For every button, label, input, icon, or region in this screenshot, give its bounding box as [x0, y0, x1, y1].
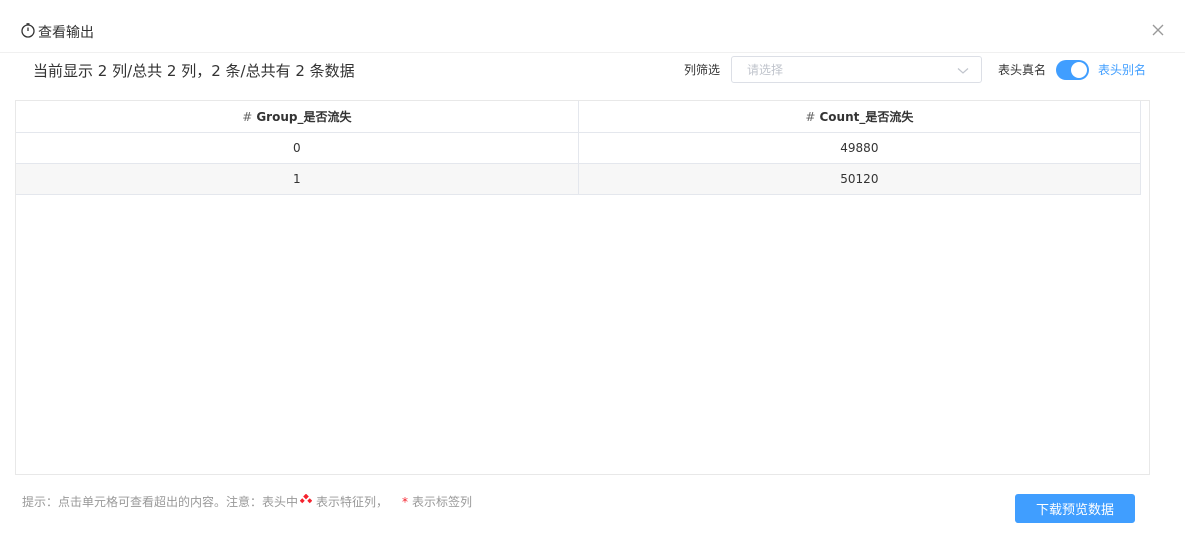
table-cell[interactable]: 0 — [16, 132, 579, 164]
table-cell[interactable]: 49880 — [578, 132, 1142, 164]
table-row: 1 50120 — [16, 163, 1142, 195]
column-filter-select[interactable]: 请选择 — [730, 56, 982, 83]
header-real-name-label[interactable]: 表头真名 — [998, 61, 1046, 78]
numeric-type-icon: # — [242, 109, 253, 124]
column-filter-placeholder: 请选择 — [746, 63, 783, 77]
table-row: 0 49880 — [16, 132, 1142, 164]
hint-prefix: 提示：点击单元格可查看超出的内容。注意：表头中 — [22, 495, 299, 509]
table-cell[interactable]: 1 — [16, 163, 579, 195]
column-header-group[interactable]: # Group_是否流失 — [16, 101, 579, 133]
table-cell[interactable]: 50120 — [578, 163, 1142, 195]
output-table-container: # Group_是否流失 # Count_是否流失 0 49880 1 50120 — [15, 100, 1150, 475]
toolbar: 列筛选 请选择 表头真名 表头别名 — [684, 56, 1146, 83]
label-column-star: * — [402, 495, 409, 509]
column-header-label: Group_是否流失 — [256, 109, 352, 124]
chevron-down-icon — [957, 60, 969, 79]
column-header-label: Count_是否流失 — [819, 109, 914, 124]
footer-hint: 提示：点击单元格可查看超出的内容。注意：表头中 表示特征列， * 表示标签列 — [22, 493, 473, 510]
header-name-toggle[interactable] — [1055, 59, 1089, 80]
output-table: # Group_是否流失 # Count_是否流失 0 49880 1 50120 — [16, 101, 1142, 195]
numeric-type-icon: # — [805, 109, 816, 124]
dialog-header: 查看输出 — [0, 0, 1185, 53]
header-alias-label[interactable]: 表头别名 — [1098, 61, 1146, 78]
timer-icon — [20, 22, 36, 44]
column-header-count[interactable]: # Count_是否流失 — [578, 101, 1142, 133]
download-preview-button[interactable]: 下载预览数据 — [1015, 494, 1135, 523]
view-output-dialog: 查看输出 当前显示 2 列/总共 2 列，2 条/总共有 2 条数据 列筛选 请… — [0, 0, 1195, 556]
dialog-title-text: 查看输出 — [38, 25, 94, 41]
data-summary: 当前显示 2 列/总共 2 列，2 条/总共有 2 条数据 — [33, 62, 355, 80]
dialog-title: 查看输出 — [20, 22, 94, 44]
toggle-knob — [1070, 61, 1087, 78]
hint-label-text: 表示标签列 — [412, 495, 473, 509]
close-icon[interactable] — [1151, 22, 1165, 36]
feature-column-icon — [299, 493, 313, 510]
table-header-row: # Group_是否流失 # Count_是否流失 — [16, 101, 1142, 133]
hint-feature-text: 表示特征列， — [316, 495, 389, 509]
column-filter-label: 列筛选 — [683, 63, 720, 77]
